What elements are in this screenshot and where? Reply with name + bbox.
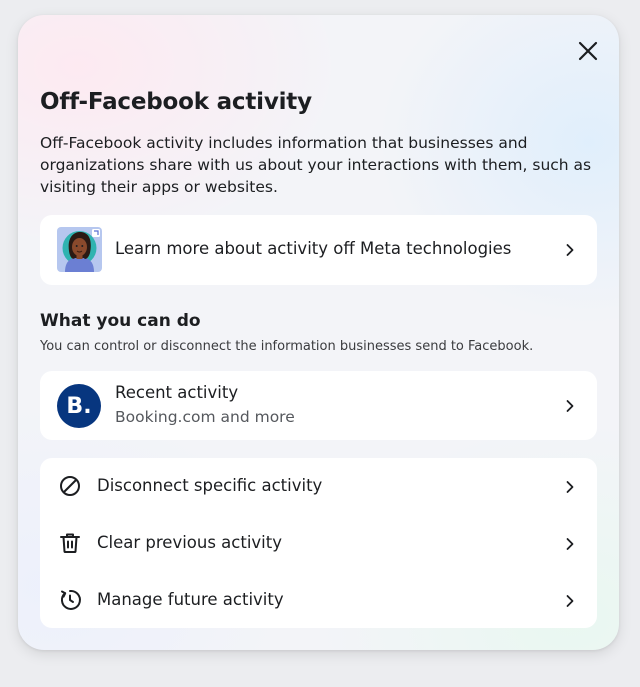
chevron-right-icon	[566, 400, 574, 412]
booking-logo: B.	[57, 384, 101, 428]
action-label: Manage future activity	[97, 590, 284, 609]
close-icon	[578, 41, 598, 61]
section-subtitle: You can control or disconnect the inform…	[40, 339, 534, 354]
chevron-right-icon	[566, 538, 574, 550]
history-icon	[60, 589, 81, 610]
recent-activity-title: Recent activity	[115, 383, 239, 402]
clear-previous-activity-button[interactable]: Clear previous activity	[40, 515, 597, 572]
chevron-right-icon	[566, 244, 574, 256]
learn-more-label: Learn more about activity off Meta techn…	[115, 239, 512, 258]
chevron-right-icon	[566, 481, 574, 493]
close-button[interactable]	[574, 37, 602, 65]
chevron-right-icon	[566, 595, 574, 607]
off-facebook-activity-dialog: Off-Facebook activity Off-Facebook activ…	[18, 15, 619, 650]
recent-activity-button[interactable]: B. Recent activity Booking.com and more	[40, 371, 597, 440]
section-title: What you can do	[40, 311, 201, 331]
activity-actions-list: Disconnect specific activity Clear previ…	[40, 458, 597, 628]
disconnect-specific-activity-button[interactable]: Disconnect specific activity	[40, 458, 597, 515]
learn-more-button[interactable]: Learn more about activity off Meta techn…	[40, 215, 597, 285]
manage-future-activity-button[interactable]: Manage future activity	[40, 572, 597, 629]
trash-icon	[60, 533, 80, 553]
recent-activity-subtitle: Booking.com and more	[115, 408, 295, 426]
avatar-illustration	[57, 227, 102, 272]
action-label: Disconnect specific activity	[97, 476, 323, 495]
action-label: Clear previous activity	[97, 533, 283, 552]
block-icon	[60, 476, 80, 496]
dialog-title: Off-Facebook activity	[40, 89, 312, 115]
dialog-description: Off-Facebook activity includes informati…	[40, 134, 592, 196]
